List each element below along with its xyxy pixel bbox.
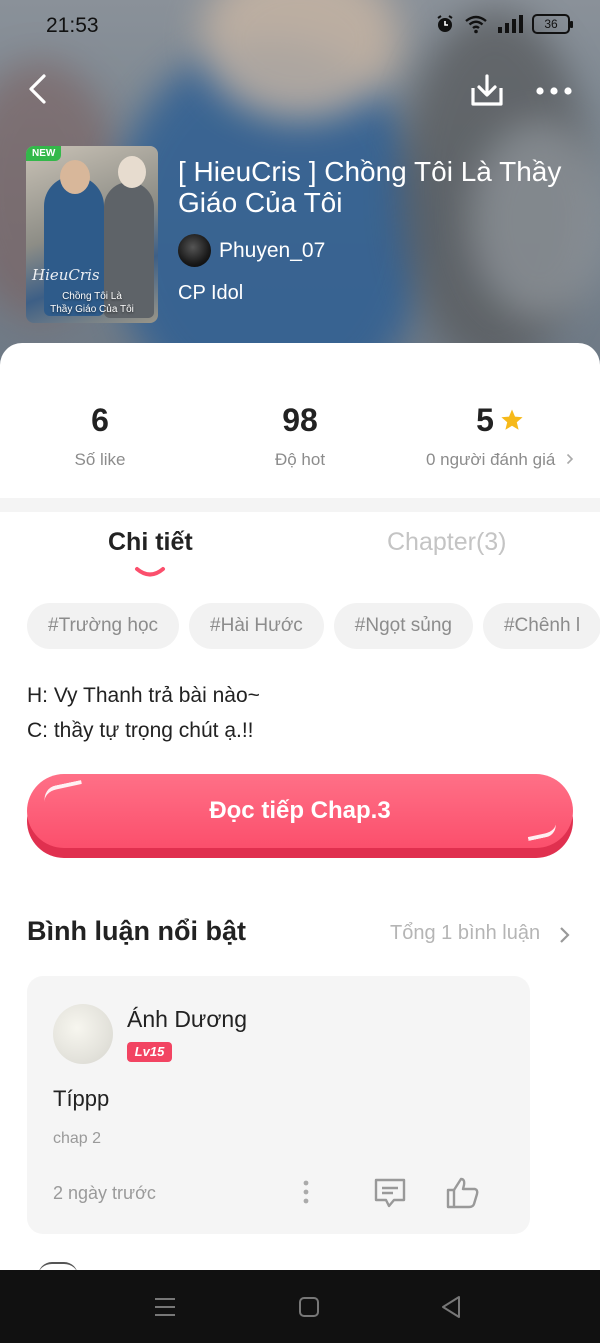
more-horizontal-icon bbox=[536, 87, 572, 95]
story-cover[interactable]: NEW HieuCris Chồng Tôi Là Thầy Giáo Của … bbox=[26, 146, 158, 323]
tag-list: #Trường học #Hài Hước #Ngọt sủng #Chênh l bbox=[27, 603, 600, 649]
hot-stat: 98 Độ hot bbox=[240, 400, 360, 470]
comments-total-link[interactable]: Tổng 1 bình luận bbox=[390, 922, 540, 945]
tab-detail[interactable]: Chi tiết bbox=[108, 528, 193, 557]
rating-value: 5 bbox=[476, 402, 494, 438]
comment-chapter: chap 2 bbox=[53, 1130, 102, 1147]
rating-label: 0 người đánh giá bbox=[425, 450, 556, 469]
likes-stat: 6 Số like bbox=[40, 400, 160, 470]
comments-section-title: Bình luận nổi bật bbox=[27, 916, 246, 946]
commenter-avatar[interactable] bbox=[53, 1004, 113, 1064]
likes-value: 6 bbox=[91, 402, 109, 438]
wifi-icon bbox=[465, 15, 487, 34]
new-badge: NEW bbox=[26, 146, 62, 161]
story-title: [ HieuCris ] Chồng Tôi Là Thầy Giáo Của … bbox=[178, 156, 562, 218]
reply-icon[interactable] bbox=[373, 1176, 407, 1210]
system-nav-bar bbox=[0, 1270, 600, 1343]
commenter-name[interactable]: Ánh Dương bbox=[127, 1006, 247, 1033]
author-avatar bbox=[178, 234, 211, 267]
download-button[interactable] bbox=[468, 72, 506, 110]
back-triangle-icon[interactable] bbox=[440, 1295, 462, 1319]
more-vertical-icon[interactable] bbox=[301, 1178, 311, 1206]
section-divider bbox=[0, 498, 600, 512]
continue-reading-label: Đọc tiếp Chap.3 bbox=[209, 797, 391, 824]
chevron-left-icon bbox=[29, 74, 46, 104]
tag-chip[interactable]: #Chênh l bbox=[482, 603, 600, 649]
more-options-button[interactable] bbox=[532, 76, 576, 106]
status-bar: 21:53 36 bbox=[0, 0, 600, 54]
story-description: H: Vy Thanh trả bài nào~ C: thầy tự trọn… bbox=[27, 678, 260, 748]
description-line: H: Vy Thanh trả bài nào~ bbox=[27, 684, 260, 707]
comment-time: 2 ngày trước bbox=[53, 1183, 156, 1203]
tag-chip[interactable]: #Trường học bbox=[27, 603, 180, 649]
hot-label: Độ hot bbox=[274, 450, 326, 469]
hot-value: 98 bbox=[282, 402, 318, 438]
cover-caption-line1: Chồng Tôi Là bbox=[62, 291, 122, 302]
home-icon[interactable] bbox=[298, 1296, 320, 1318]
like-icon[interactable] bbox=[445, 1176, 481, 1210]
battery-indicator: 36 bbox=[532, 14, 573, 34]
star-icon bbox=[501, 409, 523, 430]
rating-stat[interactable]: 5 0 người đánh giá bbox=[415, 400, 585, 470]
likes-label: Số like bbox=[74, 450, 126, 469]
continue-reading-button[interactable]: Đọc tiếp Chap.3 bbox=[27, 774, 573, 858]
tag-chip[interactable]: #Hài Hước bbox=[189, 603, 324, 649]
chevron-right-icon bbox=[566, 453, 574, 465]
signal-icon bbox=[498, 15, 523, 33]
cover-script: HieuCris bbox=[32, 266, 100, 284]
description-line: C: thầy tự trọng chút ạ.!! bbox=[27, 719, 254, 742]
author-link[interactable]: Phuyen_07 bbox=[178, 234, 325, 267]
back-button[interactable] bbox=[22, 70, 58, 110]
author-name: Phuyen_07 bbox=[219, 238, 326, 262]
tab-indicator bbox=[135, 567, 165, 577]
alarm-icon bbox=[437, 15, 453, 32]
comment-card: Ánh Dương Lv15 Típpp chap 2 2 ngày trước bbox=[27, 976, 530, 1234]
stats-row: 6 Số like 98 Độ hot 5 0 người đánh giá bbox=[0, 400, 600, 480]
story-category[interactable]: CP Idol bbox=[178, 282, 243, 305]
cover-caption-line2: Thầy Giáo Của Tôi bbox=[50, 304, 134, 315]
status-time: 21:53 bbox=[46, 14, 99, 37]
download-icon bbox=[471, 74, 503, 106]
level-badge: Lv15 bbox=[127, 1042, 172, 1062]
chevron-right-icon bbox=[560, 927, 570, 943]
tab-chapter[interactable]: Chapter(3) bbox=[387, 528, 507, 557]
menu-icon[interactable] bbox=[154, 1296, 176, 1318]
comment-text: Típpp bbox=[53, 1086, 110, 1111]
tag-chip[interactable]: #Ngọt sủng bbox=[333, 603, 473, 649]
